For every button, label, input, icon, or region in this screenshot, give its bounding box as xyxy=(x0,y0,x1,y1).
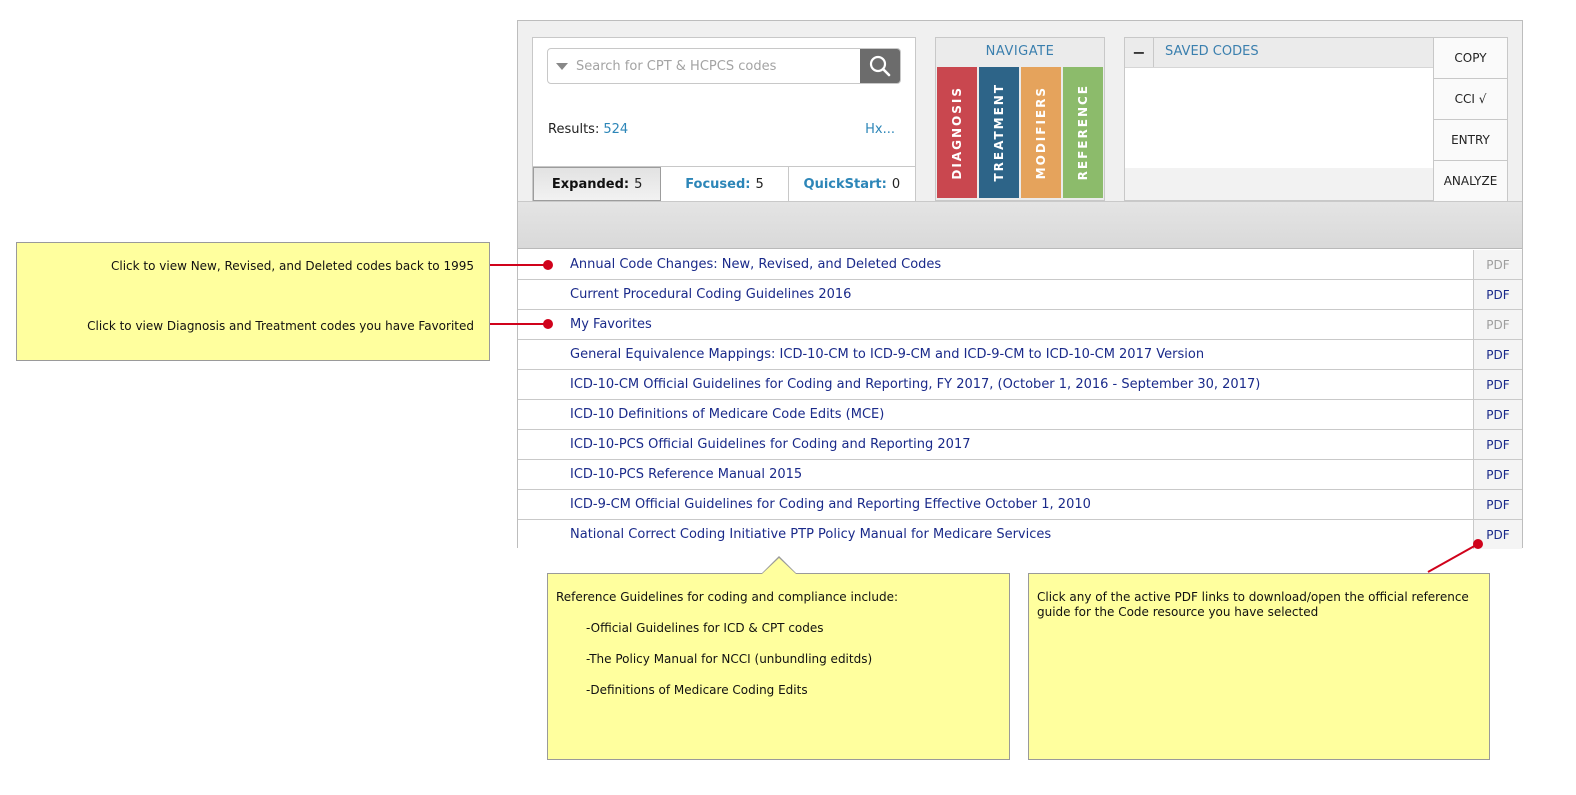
pdf-link[interactable]: PDF xyxy=(1473,400,1522,429)
search-button[interactable] xyxy=(860,49,900,83)
resource-link[interactable]: My Favorites xyxy=(570,317,652,332)
callout-dot xyxy=(543,319,553,329)
toolbar-area: Results:524 Hx... Expanded:5 Focused:5 Q… xyxy=(518,21,1522,201)
nav-tab-treatment[interactable]: TREATMENT xyxy=(979,67,1019,198)
entry-button[interactable]: ENTRY xyxy=(1434,120,1507,161)
tab-label: Focused: xyxy=(685,176,751,192)
history-link[interactable]: Hx... xyxy=(865,122,895,137)
resource-link[interactable]: ICD-10 Definitions of Medicare Code Edit… xyxy=(570,407,884,422)
list-item: ICD-10 Definitions of Medicare Code Edit… xyxy=(518,400,1522,430)
nav-tab-label: MODIFIERS xyxy=(1034,85,1048,180)
list-item: ICD-9-CM Official Guidelines for Coding … xyxy=(518,490,1522,520)
copy-button[interactable]: COPY xyxy=(1434,38,1507,79)
dropdown-arrow-icon[interactable] xyxy=(556,63,568,70)
callout-favorites: Click to view Diagnosis and Treatment co… xyxy=(87,319,474,333)
list-item: Annual Code Changes: New, Revised, and D… xyxy=(518,250,1522,280)
pdf-link[interactable]: PDF xyxy=(1473,340,1522,369)
search-panel: Results:524 Hx... Expanded:5 Focused:5 Q… xyxy=(532,37,916,201)
callout-reference-item: -Official Guidelines for ICD & CPT codes xyxy=(586,621,824,635)
navigate-panel: NAVIGATE DIAGNOSIS TREATMENT MODIFIERS R… xyxy=(935,37,1105,201)
callout-reference-item: -The Policy Manual for NCCI (unbundling … xyxy=(586,652,873,666)
nav-tab-diagnosis[interactable]: DIAGNOSIS xyxy=(937,67,977,198)
tab-focused[interactable]: Focused: 5 xyxy=(661,167,789,201)
nav-tab-reference[interactable]: REFERENCE xyxy=(1063,67,1103,198)
callout-connector xyxy=(490,323,548,325)
pdf-link[interactable]: PDF xyxy=(1473,370,1522,399)
callout-connector xyxy=(1427,539,1483,573)
resource-link[interactable]: National Correct Coding Initiative PTP P… xyxy=(570,527,1051,542)
pdf-link[interactable]: PDF xyxy=(1473,490,1522,519)
list-item: ICD-10-CM Official Guidelines for Coding… xyxy=(518,370,1522,400)
callout-annual-changes: Click to view New, Revised, and Deleted … xyxy=(110,259,474,273)
callout-left: Click to view New, Revised, and Deleted … xyxy=(16,242,490,361)
result-tabs: Expanded: 5 Focused: 5 QuickStart: 0 xyxy=(533,166,915,201)
results-summary: Results: 524 xyxy=(548,122,628,137)
resource-link[interactable]: ICD-10-CM Official Guidelines for Coding… xyxy=(570,377,1260,392)
callout-pdf-note: Click any of the active PDF links to dow… xyxy=(1028,573,1490,760)
list-item: General Equivalence Mappings: ICD-10-CM … xyxy=(518,340,1522,370)
saved-codes-actions: COPY CCI √ ENTRY ANALYZE xyxy=(1434,37,1508,201)
callout-pdf-text: Click any of the active PDF links to dow… xyxy=(1037,590,1469,619)
tab-label: QuickStart: xyxy=(803,176,887,192)
divider-band xyxy=(518,201,1522,249)
navigate-title: NAVIGATE xyxy=(985,44,1055,59)
nav-tab-label: REFERENCE xyxy=(1076,84,1090,181)
nav-tab-label: DIAGNOSIS xyxy=(950,85,964,180)
callout-pointer-fill xyxy=(762,558,796,574)
tab-quickstart[interactable]: QuickStart: 0 xyxy=(788,167,915,201)
saved-codes-title: SAVED CODES xyxy=(1165,44,1259,59)
resource-link[interactable]: ICD-10-PCS Reference Manual 2015 xyxy=(570,467,802,482)
analyze-button[interactable]: ANALYZE xyxy=(1434,161,1507,201)
search-icon xyxy=(869,55,891,77)
callout-connector xyxy=(490,264,548,266)
collapse-button[interactable]: − xyxy=(1125,38,1154,67)
results-label: Results: xyxy=(548,122,600,137)
pdf-link[interactable]: PDF xyxy=(1473,460,1522,489)
list-item: Current Procedural Coding Guidelines 201… xyxy=(518,280,1522,310)
pdf-link[interactable]: PDF xyxy=(1473,250,1522,279)
list-item: My Favorites PDF xyxy=(518,310,1522,340)
nav-tab-label: TREATMENT xyxy=(992,83,1006,182)
resource-link[interactable]: Current Procedural Coding Guidelines 201… xyxy=(570,287,851,302)
tab-expanded[interactable]: Expanded: 5 xyxy=(533,167,662,201)
nav-tab-modifiers[interactable]: MODIFIERS xyxy=(1021,67,1061,198)
tab-count: 5 xyxy=(634,176,643,192)
saved-codes-header: − SAVED CODES xyxy=(1125,38,1433,68)
resource-list: Annual Code Changes: New, Revised, and D… xyxy=(518,250,1522,550)
resource-link[interactable]: ICD-9-CM Official Guidelines for Coding … xyxy=(570,497,1091,512)
search-bar xyxy=(547,48,901,84)
pdf-link[interactable]: PDF xyxy=(1473,430,1522,459)
resource-link[interactable]: ICD-10-PCS Official Guidelines for Codin… xyxy=(570,437,971,452)
callout-dot xyxy=(543,260,553,270)
pdf-link[interactable]: PDF xyxy=(1473,280,1522,309)
tab-count: 0 xyxy=(891,176,901,192)
list-item: ICD-10-PCS Official Guidelines for Codin… xyxy=(518,430,1522,460)
list-item: ICD-10-PCS Reference Manual 2015 PDF xyxy=(518,460,1522,490)
tab-label: Expanded: xyxy=(551,176,630,192)
pdf-link[interactable]: PDF xyxy=(1473,310,1522,339)
search-input[interactable] xyxy=(576,49,856,83)
resource-link[interactable]: General Equivalence Mappings: ICD-10-CM … xyxy=(570,347,1204,362)
cci-button[interactable]: CCI √ xyxy=(1434,79,1507,120)
saved-codes-panel: − SAVED CODES xyxy=(1124,37,1434,201)
tab-count: 5 xyxy=(755,176,764,192)
coding-app-panel: Results:524 Hx... Expanded:5 Focused:5 Q… xyxy=(517,20,1523,550)
list-item: National Correct Coding Initiative PTP P… xyxy=(518,520,1522,550)
resource-link[interactable]: Annual Code Changes: New, Revised, and D… xyxy=(570,257,941,272)
results-count[interactable]: 524 xyxy=(603,122,628,137)
callout-reference-intro: Reference Guidelines for coding and comp… xyxy=(556,590,899,604)
callout-reference-guidelines: Reference Guidelines for coding and comp… xyxy=(547,573,1010,760)
saved-codes-footer xyxy=(1125,168,1433,200)
callout-reference-item: -Definitions of Medicare Coding Edits xyxy=(586,683,808,697)
